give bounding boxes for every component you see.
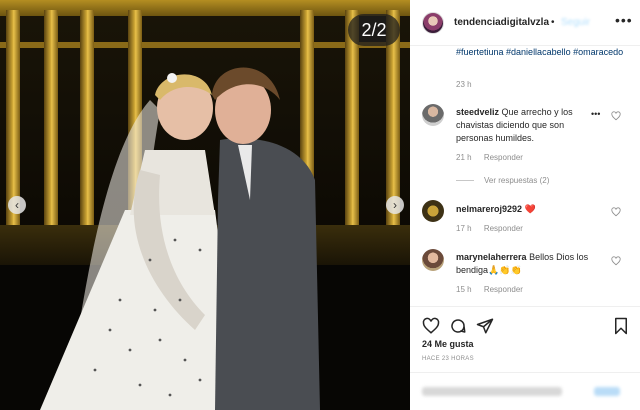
comment-time: 15 h (456, 285, 472, 294)
bookmark-icon[interactable] (612, 317, 630, 335)
avatar[interactable] (422, 104, 444, 126)
comment-bubble-icon[interactable] (449, 317, 467, 335)
avatar[interactable] (422, 249, 444, 271)
post-sidebar: tendenciadigitalvzla • Seguir ••• #fuert… (410, 0, 640, 410)
wedding-couple-illustration (40, 67, 320, 410)
comment-time: 17 h (456, 224, 472, 233)
heart-outline-icon[interactable] (611, 256, 621, 266)
add-comment-bar (410, 372, 640, 410)
comment-meta: 21 h Responder (456, 153, 533, 162)
comment-text: nelmareroj9292 ❤️ (456, 203, 591, 216)
chevron-left-icon[interactable]: ‹ (8, 196, 26, 214)
heart-outline-icon[interactable] (422, 317, 440, 335)
caption-hashtags[interactable]: #fuertetiuna #daniellacabello #omaracedo (456, 46, 626, 59)
follow-button-blurred[interactable]: Seguir (561, 17, 590, 28)
comment-body: ❤️ (524, 204, 536, 214)
comment-username[interactable]: marynelaherrera (456, 252, 527, 262)
paper-plane-icon[interactable] (476, 317, 494, 335)
comment-text: steedveliz Que arrecho y los chavistas d… (456, 106, 591, 145)
reply-link[interactable]: Responder (484, 153, 523, 162)
reply-link[interactable]: Responder (484, 285, 523, 294)
post-photo[interactable]: 2/2 ‹ › (0, 0, 410, 410)
comment-meta: 17 h Responder (456, 224, 533, 233)
comment-username[interactable]: steedveliz (456, 107, 499, 117)
author-username[interactable]: tendenciadigitalvzla (454, 17, 549, 28)
comment-meta: 15 h Responder (456, 285, 533, 294)
post-header: tendenciadigitalvzla • Seguir ••• (410, 0, 640, 46)
divider (456, 180, 474, 182)
more-horizontal-icon[interactable]: ••• (591, 109, 600, 119)
comment-time: 21 h (456, 153, 472, 162)
action-bar (410, 306, 640, 342)
heart-outline-icon[interactable] (611, 207, 621, 217)
comment-username[interactable]: nelmareroj9292 (456, 204, 522, 214)
likes-count[interactable]: 24 Me gusta (422, 339, 474, 349)
publish-button[interactable] (594, 387, 620, 396)
comment-input[interactable] (422, 387, 562, 396)
heart-outline-icon[interactable] (611, 111, 621, 121)
separator-dot: • (551, 17, 555, 28)
view-replies-label[interactable]: Ver respuestas (2) (484, 176, 549, 185)
post-timestamp: HACE 23 HORAS (422, 356, 474, 362)
image-counter: 2/2 (348, 14, 400, 46)
avatar[interactable] (422, 200, 444, 222)
view-replies[interactable]: Ver respuestas (2) (456, 176, 549, 185)
avatar[interactable] (422, 12, 444, 34)
caption-timestamp: 23 h (456, 80, 472, 89)
comment-text: marynelaherrera Bellos Dios los bendiga🙏… (456, 251, 591, 277)
chevron-right-icon[interactable]: › (386, 196, 404, 214)
more-horizontal-icon[interactable]: ••• (615, 12, 633, 28)
reply-link[interactable]: Responder (484, 224, 523, 233)
